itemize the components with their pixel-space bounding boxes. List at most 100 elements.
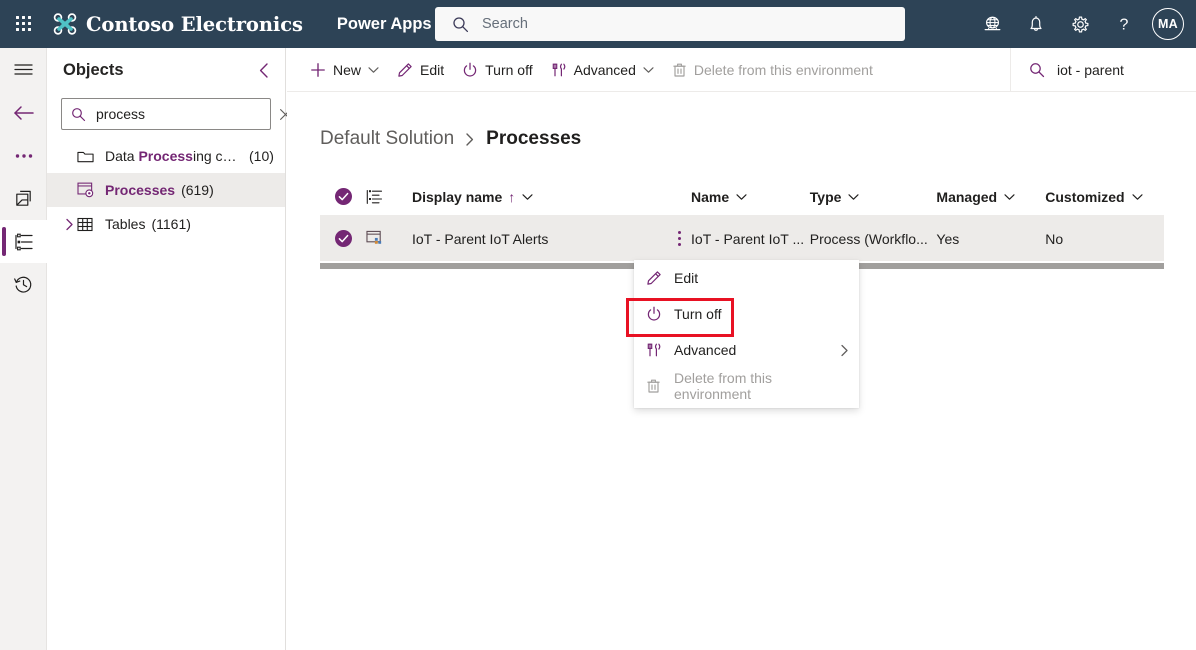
objects-panel-title: Objects (63, 60, 124, 79)
environment-globe-button[interactable] (970, 0, 1014, 48)
tree-item-label: Data Processing con... (10) (105, 148, 274, 164)
settings-button[interactable] (1058, 0, 1102, 48)
tree-item-label: Processes (619) (105, 182, 214, 198)
notifications-button[interactable] (1014, 0, 1058, 48)
search-icon (1030, 63, 1045, 78)
global-search-box[interactable]: Search (435, 7, 905, 41)
column-header-name[interactable]: Name (691, 189, 810, 205)
objects-panel: Objects process Data Processing con. (10… (47, 48, 291, 650)
tree-expander-button[interactable] (61, 218, 77, 231)
checkmark-circle-filled-icon (334, 188, 352, 205)
environment-globe-icon (984, 16, 1000, 30)
column-header-display-name[interactable]: Display name ↑ (412, 189, 691, 205)
help-button[interactable]: ? (1102, 0, 1146, 48)
row-checkbox-selected[interactable] (320, 230, 366, 247)
chevron-down-icon (368, 66, 379, 74)
cell-name-text: IoT - Parent IoT ... (691, 230, 805, 247)
tree-item-processes[interactable]: Processes (619) (47, 173, 285, 207)
left-rail (0, 48, 47, 650)
objects-search-box[interactable] (61, 98, 291, 130)
tree-item-data-processing-connections[interactable]: Data Processing con... (10) (47, 139, 285, 173)
column-header-managed[interactable]: Managed (936, 189, 1045, 205)
row-more-actions-button[interactable] (667, 225, 691, 253)
pencil-icon (397, 62, 413, 78)
column-header-label: Name (691, 188, 730, 205)
rail-item-more[interactable] (0, 134, 47, 177)
app-name: Power Apps (336, 14, 432, 33)
chevron-down-icon (848, 193, 859, 201)
plus-icon (310, 62, 326, 78)
chevron-down-icon (1004, 193, 1015, 201)
trash-icon (672, 62, 687, 78)
avatar[interactable]: MA (1152, 8, 1184, 40)
column-header-label: Customized (1045, 188, 1125, 205)
view-list-icon (366, 189, 383, 204)
chevron-down-icon (522, 193, 533, 201)
more-vertical-icon (677, 230, 681, 247)
rail-item-solutions[interactable] (0, 177, 47, 220)
tree-item-tables[interactable]: Tables (1161) (47, 207, 285, 241)
context-menu-item-advanced[interactable]: Advanced (634, 332, 859, 368)
grid-search-input[interactable] (1057, 62, 1196, 78)
table-icon (77, 217, 105, 232)
tree-label-suffix: ing con... (192, 148, 243, 164)
column-header-label: Managed (936, 188, 998, 205)
breadcrumb-parent[interactable]: Default Solution (320, 128, 454, 150)
column-header-customized[interactable]: Customized (1045, 189, 1164, 205)
tools-icon (646, 342, 674, 358)
command-turn-off[interactable]: Turn off (453, 48, 541, 92)
process-icon (77, 182, 105, 198)
objects-search-input[interactable] (96, 106, 277, 122)
tree-label-match: Process (105, 182, 160, 198)
cell-type-text: Process (Workflo... (809, 230, 928, 247)
cell-type: Process (Workflo... (810, 231, 937, 247)
row-context-menu: Edit Turn off Advanced Delete from this … (634, 260, 859, 408)
chevron-right-icon (840, 344, 849, 357)
select-all-checkbox[interactable] (320, 188, 366, 205)
svg-text:?: ? (1120, 17, 1129, 34)
contoso-logo-icon (53, 13, 77, 35)
back-arrow-icon (13, 105, 34, 120)
command-new[interactable]: New (301, 48, 388, 92)
history-clock-icon (14, 276, 32, 293)
command-edit[interactable]: Edit (388, 48, 453, 92)
command-label: Advanced (573, 61, 636, 78)
command-bar: New Edit Turn off Advanced Delete from t… (287, 48, 1196, 92)
sort-ascending-icon: ↑ (508, 188, 516, 205)
checkmark-circle-filled-icon (334, 230, 352, 247)
view-list-header-button[interactable] (366, 189, 412, 205)
tree-label-prefix: Data (105, 148, 139, 164)
objects-list-icon (14, 233, 33, 250)
notifications-bell-icon (1030, 15, 1042, 31)
table-row[interactable]: IoT - Parent IoT Alerts IoT - Parent IoT… (320, 216, 1164, 261)
tree-item-count: (1161) (151, 216, 191, 232)
tree-item-label: Tables (1161) (105, 216, 191, 232)
objects-search-wrap (47, 92, 291, 130)
rail-item-history[interactable] (0, 263, 47, 306)
power-icon (462, 62, 478, 78)
tree-label-match: Process (138, 148, 193, 164)
command-label: Edit (420, 61, 445, 78)
context-menu-item-turn-off[interactable]: Turn off (634, 296, 859, 332)
chevron-down-icon (1132, 193, 1143, 201)
power-icon (646, 306, 674, 322)
app-launcher-button[interactable] (0, 0, 48, 48)
collapse-panel-button[interactable] (258, 62, 271, 79)
command-label: Delete from this environment (693, 61, 873, 78)
grid-search-box[interactable] (1010, 48, 1196, 92)
suite-header-bar: Contoso Electronics Power Apps Search ? … (0, 0, 1196, 48)
objects-tree: Data Processing con... (10) Processes (47, 139, 285, 241)
waffle-icon (16, 16, 32, 32)
command-label: New (333, 61, 362, 78)
command-advanced[interactable]: Advanced (542, 48, 663, 92)
rail-item-objects[interactable] (0, 220, 47, 263)
objects-panel-header: Objects (47, 48, 285, 92)
brand[interactable]: Contoso Electronics (52, 11, 303, 37)
rail-item-back[interactable] (0, 91, 47, 134)
brand-name: Contoso Electronics (86, 12, 303, 36)
context-menu-item-edit[interactable]: Edit (634, 260, 859, 296)
rail-item-menu[interactable] (0, 48, 47, 91)
search-icon (453, 16, 469, 32)
column-header-type[interactable]: Type (810, 189, 937, 205)
breadcrumb: Default Solution Processes (320, 128, 581, 150)
